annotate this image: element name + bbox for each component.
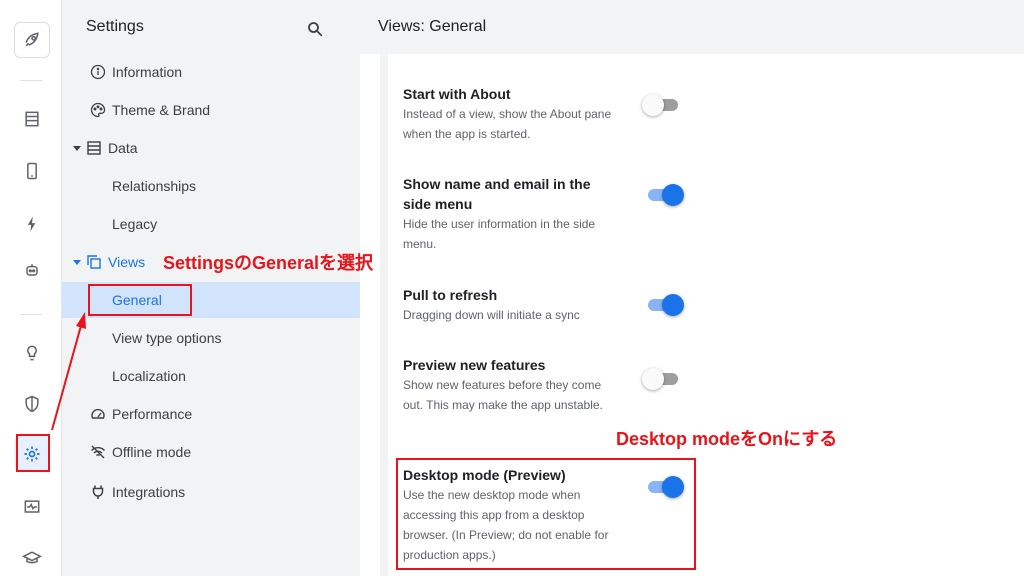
- setting-show-name-email: Show name and email in the side menu Hid…: [403, 174, 613, 254]
- setting-title: Preview new features: [403, 357, 546, 373]
- sidebar-item-integrations[interactable]: Integrations: [62, 474, 360, 510]
- sidebar-item-performance[interactable]: Performance: [62, 396, 360, 432]
- annotation-label-desktop: Desktop modeをOnにする: [616, 429, 838, 449]
- toggle-thumb: [642, 94, 664, 116]
- mobile-views-icon[interactable]: [14, 153, 50, 189]
- sidebar-item-label: Legacy: [112, 216, 158, 232]
- annotation-box-settings-icon: [16, 434, 50, 472]
- toggle-thumb: [642, 368, 664, 390]
- setting-description: Instead of a view, show the About pane w…: [403, 107, 612, 141]
- info-icon: [90, 64, 106, 80]
- lightbulb-icon[interactable]: [14, 335, 50, 371]
- views-icon: [86, 254, 102, 270]
- monitor-pulse-icon[interactable]: [14, 489, 50, 525]
- show-name-email-toggle[interactable]: [644, 184, 684, 206]
- preview-new-features-toggle[interactable]: [642, 368, 682, 390]
- setting-description: Show new features before they come out. …: [403, 378, 603, 412]
- plug-icon: [90, 484, 106, 500]
- rail-divider: [20, 314, 42, 315]
- annotation-label-general: SettingsのGeneralを選択: [163, 253, 374, 273]
- setting-title: Pull to refresh: [403, 287, 498, 303]
- automation-bolt-icon[interactable]: [14, 206, 50, 242]
- annotation-box-desktop-mode: [396, 458, 696, 570]
- setting-description: Dragging down will initiate a sync: [403, 308, 580, 322]
- toggle-thumb: [662, 184, 684, 206]
- palette-icon: [90, 102, 106, 118]
- setting-title: Start with About: [403, 86, 511, 102]
- sidebar-item-view-type-options[interactable]: View type options: [62, 320, 360, 356]
- setting-start-with-about: Start with About Instead of a view, show…: [403, 84, 613, 144]
- sidebar-item-label: Data: [108, 140, 138, 156]
- table-icon: [86, 140, 102, 156]
- rail-divider: [20, 80, 42, 81]
- app-icon-rail: [0, 0, 62, 576]
- toggle-thumb: [662, 294, 684, 316]
- caret-down-icon[interactable]: [72, 143, 82, 153]
- sidebar-item-offline-mode[interactable]: Offline mode: [62, 434, 360, 470]
- bot-icon[interactable]: [14, 252, 50, 288]
- app-logo-icon[interactable]: [14, 22, 50, 58]
- annotation-box-general: [88, 284, 192, 316]
- sidebar-item-label: Performance: [112, 406, 193, 422]
- main-header: Views: General: [360, 0, 1024, 54]
- setting-preview-new-features: Preview new features Show new features b…: [403, 355, 613, 415]
- caret-down-icon[interactable]: [72, 257, 82, 267]
- setting-pull-to-refresh: Pull to refresh Dragging down will initi…: [403, 285, 613, 325]
- sidebar-item-label: Integrations: [112, 484, 186, 500]
- sidebar-item-data[interactable]: Data: [62, 130, 360, 166]
- data-table-icon[interactable]: [14, 101, 50, 137]
- speedometer-icon: [90, 406, 106, 422]
- sidebar-item-information[interactable]: Information: [62, 54, 360, 90]
- start-with-about-toggle[interactable]: [642, 94, 682, 116]
- security-shield-icon[interactable]: [14, 386, 50, 422]
- sidebar-item-label: Theme & Brand: [112, 102, 211, 118]
- content-gutter: [380, 54, 388, 576]
- sidebar-item-label: Information: [112, 64, 183, 80]
- setting-description: Hide the user information in the side me…: [403, 217, 596, 251]
- sidebar-item-relationships[interactable]: Relationships: [62, 168, 360, 204]
- graduation-cap-icon[interactable]: [14, 540, 50, 576]
- sidebar-item-theme-brand[interactable]: Theme & Brand: [62, 92, 360, 128]
- pull-to-refresh-toggle[interactable]: [644, 294, 684, 316]
- sidebar-item-label: Relationships: [112, 178, 197, 194]
- sidebar-item-localization[interactable]: Localization: [62, 358, 360, 394]
- sidebar-item-label: Offline mode: [112, 444, 192, 460]
- wifi-off-icon: [90, 444, 106, 460]
- setting-title: Show name and email in the side menu: [403, 176, 591, 212]
- sidebar-item-label: Views: [108, 254, 146, 270]
- sidebar-item-legacy[interactable]: Legacy: [62, 206, 360, 242]
- sidebar-title: Settings: [86, 18, 144, 35]
- page-title: Views: General: [378, 18, 487, 35]
- search-icon[interactable]: [306, 20, 324, 38]
- sidebar-item-label: View type options: [112, 330, 222, 346]
- sidebar-item-label: Localization: [112, 368, 186, 384]
